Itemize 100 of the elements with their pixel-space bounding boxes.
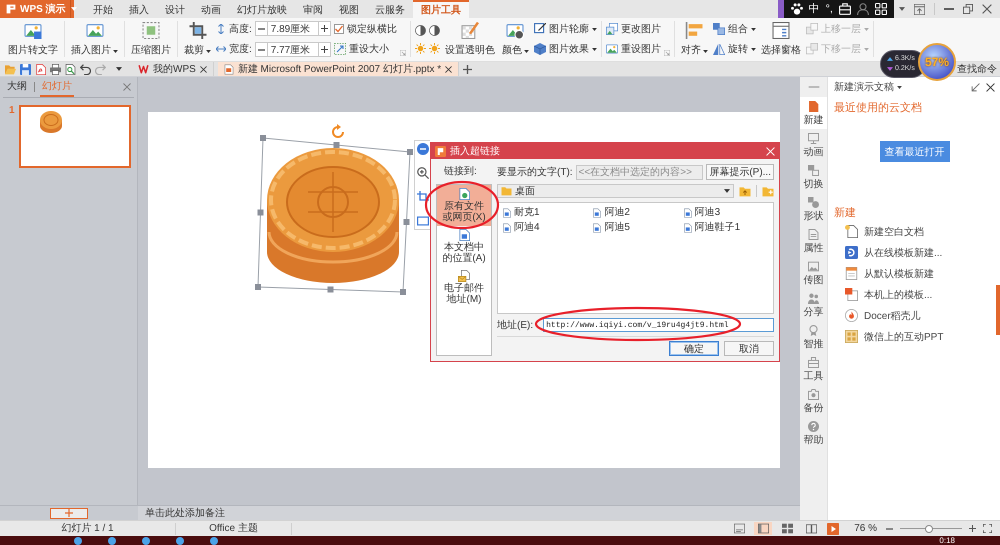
decrement-button[interactable]	[254, 21, 268, 36]
sidebar-tab[interactable]: 备份	[800, 385, 827, 417]
sidebar-tab[interactable]: 传图	[800, 257, 827, 289]
address-field[interactable]: http://www.iqiyi.com/v_19ru4g4jt9.html	[543, 318, 774, 332]
crop-icon[interactable]	[417, 191, 429, 203]
taskbar-app-icon[interactable]	[108, 536, 116, 544]
print-icon[interactable]	[50, 64, 61, 74]
caret-icon[interactable]	[116, 67, 122, 71]
minus-circle-icon[interactable]	[417, 143, 429, 155]
ok-button[interactable]: 确定	[669, 341, 719, 356]
color-button[interactable]: 颜色	[500, 21, 531, 57]
taskbar-app-icon[interactable]	[74, 536, 82, 544]
sidebar-tab[interactable]: 新建	[800, 97, 827, 129]
taskbar-app-icon[interactable]	[176, 536, 184, 544]
ribbon-tab[interactable]: 插入	[121, 0, 157, 18]
taskbar-app-icon[interactable]	[210, 536, 218, 544]
new-option[interactable]: 微信上的互动PPT	[845, 326, 944, 347]
insert-picture-button[interactable]: 插入图片	[69, 21, 120, 57]
crop-button[interactable]: 裁剪	[182, 21, 213, 57]
sidebar-tab[interactable]: 工具	[800, 353, 827, 385]
height-field[interactable]: 7.89厘米	[268, 21, 318, 36]
save-icon[interactable]	[20, 64, 31, 74]
resize-handle[interactable]	[258, 210, 264, 216]
resize-handle[interactable]	[260, 135, 266, 141]
restore-icon[interactable]	[963, 4, 973, 14]
sidebar-tab[interactable]: 帮助	[800, 417, 827, 449]
close-icon[interactable]	[986, 82, 995, 92]
picture-to-text-button[interactable]: 图片转文字	[6, 21, 60, 57]
caret-icon[interactable]	[899, 7, 905, 11]
dialog-launcher-icon[interactable]	[664, 50, 670, 56]
file-item[interactable]: 阿迪4	[502, 222, 540, 234]
change-picture-button[interactable]: 更改图片	[606, 21, 661, 37]
close-icon[interactable]	[982, 4, 992, 14]
resize-handle[interactable]	[404, 219, 410, 225]
resize-handle[interactable]	[407, 149, 413, 155]
close-button[interactable]	[766, 146, 775, 156]
new-tab-button[interactable]	[463, 64, 472, 74]
punctuation-button[interactable]: °,	[826, 2, 833, 16]
sidebar-tab[interactable]: 分享	[800, 289, 827, 321]
slider-thumb[interactable]	[925, 524, 934, 532]
slide-thumbnail[interactable]	[18, 105, 131, 168]
link-target-option[interactable]: 本文档中的位置(A)	[437, 226, 491, 267]
selection-pane-button[interactable]: 选择窗格	[758, 21, 803, 57]
pane-title-dropdown[interactable]: 新建演示文稿	[834, 80, 902, 94]
sidebar-tab[interactable]: 智推	[800, 321, 827, 353]
resize-handle[interactable]	[400, 289, 406, 295]
file-item[interactable]: 阿迪3	[682, 207, 720, 219]
file-item[interactable]: 阿迪5	[592, 222, 630, 234]
input-mode-button[interactable]: 中	[808, 2, 820, 16]
close-icon[interactable]	[200, 66, 207, 72]
picture-outline-button[interactable]: 图片轮廓	[534, 21, 597, 37]
ribbon-tab[interactable]: 云服务	[367, 0, 413, 18]
reset-size-button[interactable]: 重设大小	[334, 41, 397, 57]
pdf-icon[interactable]	[35, 64, 46, 74]
decrement-button[interactable]	[254, 42, 268, 57]
increment-button[interactable]	[318, 42, 331, 57]
rotate-button[interactable]: 旋转	[712, 41, 756, 57]
new-option[interactable]: 从在线模板新建...	[845, 242, 944, 263]
briefcase-icon[interactable]	[839, 3, 851, 15]
rectangle-icon[interactable]	[417, 215, 429, 227]
paw-icon[interactable]	[790, 3, 803, 15]
new-option[interactable]: 从默认模板新建	[845, 263, 944, 284]
contrast-icon[interactable]	[428, 24, 440, 36]
folder-up-icon[interactable]	[739, 186, 751, 196]
grid-icon[interactable]	[875, 3, 887, 15]
panel-tab[interactable]: 大纲	[5, 77, 29, 97]
play-icon[interactable]	[826, 522, 840, 534]
sidebar-tab[interactable]: 切换	[800, 161, 827, 193]
view-button[interactable]	[754, 522, 772, 535]
picture-effects-button[interactable]: 图片效果	[534, 41, 597, 57]
document-tab[interactable]: 新建 Microsoft PowerPoint 2007 幻灯片.pptx *	[218, 62, 460, 76]
new-option[interactable]: 本机上的模板...	[845, 284, 944, 305]
fit-window-icon[interactable]	[983, 524, 992, 533]
resize-handle[interactable]	[334, 142, 340, 148]
group-button[interactable]: 组合	[712, 21, 756, 37]
taskbar-app-icon[interactable]	[142, 536, 150, 544]
link-target-option[interactable]: 原有文件或网页(X)	[437, 185, 491, 226]
zoom-in-icon[interactable]	[417, 167, 429, 179]
print-preview-icon[interactable]	[65, 64, 76, 74]
cancel-button[interactable]: 取消	[724, 341, 774, 356]
close-icon[interactable]	[445, 66, 452, 72]
file-item[interactable]: 阿迪2	[592, 207, 630, 219]
contrast-icon[interactable]	[414, 24, 426, 36]
add-slide-button[interactable]	[50, 508, 88, 518]
ribbon-tab[interactable]: 开始	[85, 0, 121, 18]
document-tab[interactable]: 我的WPS	[132, 62, 214, 76]
zoom-in-button[interactable]	[968, 524, 977, 533]
new-option[interactable]: 新建空白文档	[845, 221, 944, 242]
increment-button[interactable]	[318, 21, 331, 36]
ribbon-tab[interactable]: 图片工具	[413, 0, 469, 18]
resize-handle[interactable]	[255, 284, 261, 290]
transparent-color-button[interactable]: 设置透明色	[442, 21, 497, 57]
screen-tip-button[interactable]: 屏幕提示(P)...	[706, 164, 774, 180]
ribbon-tab[interactable]: 幻灯片放映	[229, 0, 295, 18]
person-icon[interactable]	[857, 3, 869, 15]
resize-handle[interactable]	[328, 286, 334, 292]
lock-ratio-checkbox[interactable]	[334, 24, 344, 34]
mooncake-picture[interactable]	[267, 148, 399, 283]
sidebar-tab[interactable]: 动画	[800, 129, 827, 161]
sidebar-tab[interactable]: 属性	[800, 225, 827, 257]
